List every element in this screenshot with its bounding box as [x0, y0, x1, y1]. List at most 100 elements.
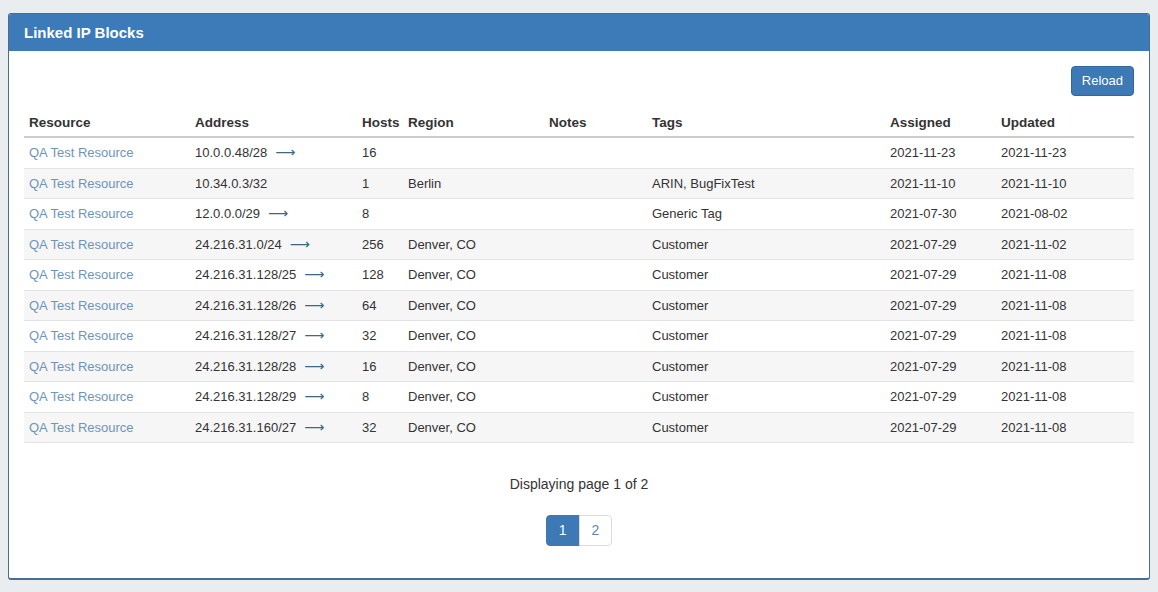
goto-block-arrow-icon[interactable]: ⟶: [304, 266, 324, 282]
pagination: 12: [24, 515, 1134, 549]
tags-value: Customer: [647, 229, 885, 260]
notes-value: [544, 137, 647, 168]
updated-date: 2021-08-02: [996, 199, 1134, 230]
assigned-date: 2021-07-29: [885, 382, 996, 413]
table-row: QA Test Resource 10.34.0.3/32 1Berlin ARIN,…: [24, 168, 1134, 199]
goto-block-arrow-icon[interactable]: ⟶: [304, 419, 324, 435]
assigned-date: 2021-07-29: [885, 351, 996, 382]
column-header-assigned: Assigned: [885, 109, 996, 137]
table-row: QA Test Resource24.216.31.128/25⟶128Denv…: [24, 260, 1134, 291]
tags-value: Customer: [647, 260, 885, 291]
region-value: Denver, CO: [403, 351, 544, 382]
table-row: QA Test Resource 24.216.31.0/24 ⟶ 256Denver…: [24, 229, 1134, 260]
notes-value: [544, 351, 647, 382]
region-value: Denver, CO: [403, 229, 544, 260]
notes-value: [544, 290, 647, 321]
updated-date: 2021-11-08: [996, 351, 1134, 382]
resource-link[interactable]: QA Test Resource: [29, 389, 134, 404]
page-button-2[interactable]: 2: [579, 515, 613, 546]
table-row: QA Test Resource 24.216.31.128/29 ⟶ 8Denver…: [24, 382, 1134, 413]
hosts-value: 16: [357, 351, 403, 382]
tags-value: Customer: [647, 351, 885, 382]
column-header-tags: Tags: [647, 109, 885, 137]
updated-date: 2021-11-08: [996, 290, 1134, 321]
assigned-date: 2021-11-10: [885, 168, 996, 199]
page-status: Displaying page 1 of 2: [24, 476, 1134, 492]
goto-block-arrow-icon[interactable]: ⟶: [304, 388, 324, 404]
table-row: QA Test Resource24.216.31.128/26⟶64Denve…: [24, 290, 1134, 321]
hosts-value: 16: [357, 137, 403, 168]
address-value: 24.216.31.128/29: [195, 389, 296, 404]
updated-date: 2021-11-08: [996, 412, 1134, 443]
hosts-value: 256: [357, 229, 403, 260]
goto-block-arrow-icon[interactable]: ⟶: [304, 358, 324, 374]
notes-value: [544, 199, 647, 230]
region-value: Berlin: [403, 168, 544, 199]
assigned-date: 2021-07-29: [885, 321, 996, 352]
tags-value: Generic Tag: [647, 199, 885, 230]
linked-ip-blocks-panel: Linked IP Blocks Reload ResourceAddressH…: [8, 13, 1150, 580]
goto-block-arrow-icon[interactable]: ⟶: [275, 144, 295, 160]
notes-value: [544, 168, 647, 199]
updated-date: 2021-11-23: [996, 137, 1134, 168]
region-value: [403, 199, 544, 230]
ip-blocks-table: ResourceAddressHostsRegionNotesTagsAssig…: [24, 109, 1134, 443]
column-header-notes: Notes: [544, 109, 647, 137]
tags-value: [647, 137, 885, 168]
column-header-region: Region: [403, 109, 544, 137]
resource-link[interactable]: QA Test Resource: [29, 145, 134, 160]
resource-link[interactable]: QA Test Resource: [29, 176, 134, 191]
notes-value: [544, 229, 647, 260]
address-value: 24.216.31.128/27: [195, 328, 296, 343]
region-value: Denver, CO: [403, 412, 544, 443]
table-header-row: ResourceAddressHostsRegionNotesTagsAssig…: [24, 109, 1134, 137]
updated-date: 2021-11-02: [996, 229, 1134, 260]
hosts-value: 8: [357, 199, 403, 230]
address-value: 24.216.31.128/26: [195, 298, 296, 313]
table-row: QA Test Resource12.0.0.0/29⟶8Generic Tag…: [24, 199, 1134, 230]
table-row: QA Test Resource24.216.31.128/27⟶32Denve…: [24, 321, 1134, 352]
resource-link[interactable]: QA Test Resource: [29, 237, 134, 252]
table-row: QA Test Resource 10.0.0.48/28 ⟶ 16 2021-11-2…: [24, 137, 1134, 168]
goto-block-arrow-icon[interactable]: ⟶: [304, 327, 324, 343]
column-header-hosts: Hosts: [357, 109, 403, 137]
goto-block-arrow-icon[interactable]: ⟶: [268, 205, 288, 221]
assigned-date: 2021-07-30: [885, 199, 996, 230]
region-value: Denver, CO: [403, 382, 544, 413]
hosts-value: 32: [357, 412, 403, 443]
panel-title: Linked IP Blocks: [9, 14, 1149, 51]
region-value: Denver, CO: [403, 321, 544, 352]
goto-block-arrow-icon[interactable]: ⟶: [304, 297, 324, 313]
resource-link[interactable]: QA Test Resource: [29, 420, 134, 435]
page-button-1[interactable]: 1: [546, 515, 580, 546]
column-header-address: Address: [190, 109, 357, 137]
address-value: 24.216.31.0/24: [195, 237, 282, 252]
region-value: Denver, CO: [403, 260, 544, 291]
resource-link[interactable]: QA Test Resource: [29, 206, 134, 221]
notes-value: [544, 382, 647, 413]
resource-link[interactable]: QA Test Resource: [29, 298, 134, 313]
tags-value: Customer: [647, 290, 885, 321]
updated-date: 2021-11-08: [996, 260, 1134, 291]
updated-date: 2021-11-10: [996, 168, 1134, 199]
notes-value: [544, 260, 647, 291]
column-header-resource: Resource: [24, 109, 190, 137]
resource-link[interactable]: QA Test Resource: [29, 328, 134, 343]
assigned-date: 2021-07-29: [885, 260, 996, 291]
resource-link[interactable]: QA Test Resource: [29, 359, 134, 374]
hosts-value: 8: [357, 382, 403, 413]
address-value: 24.216.31.160/27: [195, 420, 296, 435]
goto-block-arrow-icon[interactable]: ⟶: [290, 236, 310, 252]
reload-button[interactable]: Reload: [1071, 66, 1134, 96]
assigned-date: 2021-07-29: [885, 412, 996, 443]
table-row: QA Test Resource 24.216.31.160/27 ⟶ 32Denve…: [24, 412, 1134, 443]
address-value: 10.34.0.3/32: [195, 176, 267, 191]
hosts-value: 1: [357, 168, 403, 199]
tags-value: ARIN, BugFixTest: [647, 168, 885, 199]
assigned-date: 2021-11-23: [885, 137, 996, 168]
updated-date: 2021-11-08: [996, 321, 1134, 352]
assigned-date: 2021-07-29: [885, 229, 996, 260]
address-value: 10.0.0.48/28: [195, 145, 267, 160]
resource-link[interactable]: QA Test Resource: [29, 267, 134, 282]
region-value: Denver, CO: [403, 290, 544, 321]
